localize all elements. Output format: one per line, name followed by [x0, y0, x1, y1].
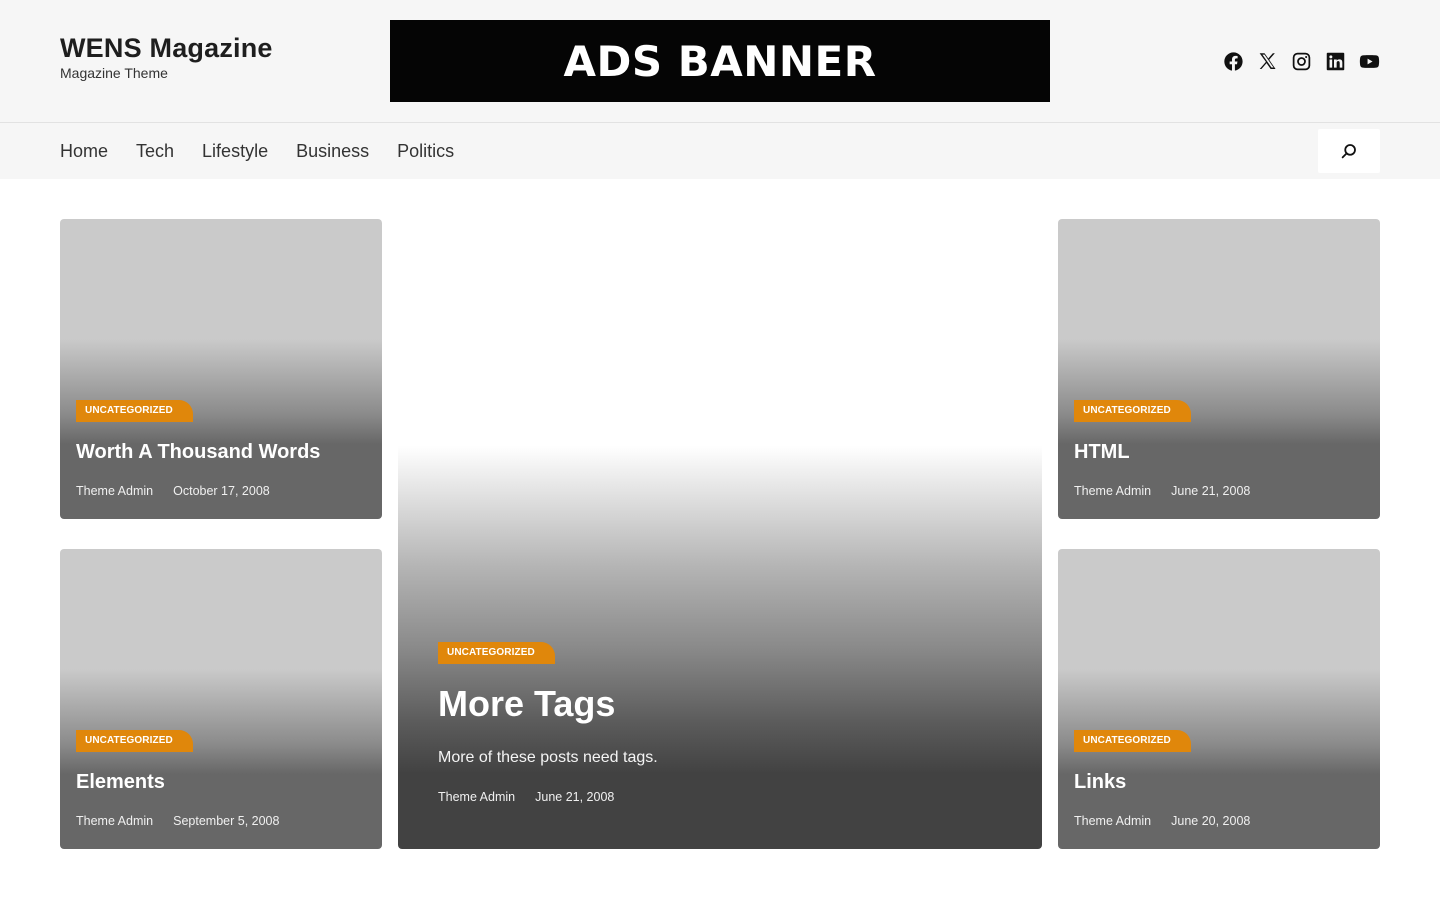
category-badge[interactable]: UNCATEGORIZED: [76, 730, 193, 752]
post-date[interactable]: June 21, 2008: [1171, 484, 1250, 498]
social-links: [1222, 48, 1380, 74]
post-card[interactable]: UNCATEGORIZED HTML Theme Admin June 21, …: [1058, 219, 1380, 519]
nav-menu: Home Tech Lifestyle Business Politics: [60, 123, 454, 179]
site-title[interactable]: WENS Magazine: [60, 32, 273, 64]
post-date[interactable]: September 5, 2008: [173, 814, 279, 828]
site-branding: WENS Magazine Magazine Theme: [60, 32, 273, 81]
post-title[interactable]: HTML: [1074, 441, 1130, 464]
nav-item-tech[interactable]: Tech: [136, 141, 174, 162]
post-meta: Theme Admin June 20, 2008: [1074, 814, 1250, 828]
post-card[interactable]: UNCATEGORIZED Elements Theme Admin Septe…: [60, 549, 382, 849]
post-card[interactable]: UNCATEGORIZED Worth A Thousand Words The…: [60, 219, 382, 519]
youtube-icon[interactable]: [1358, 48, 1380, 74]
post-author[interactable]: Theme Admin: [438, 790, 515, 804]
search-icon: [1341, 144, 1356, 159]
post-author[interactable]: Theme Admin: [76, 484, 153, 498]
category-badge[interactable]: UNCATEGORIZED: [438, 642, 555, 664]
post-title[interactable]: Elements: [76, 771, 165, 794]
post-meta: Theme Admin October 17, 2008: [76, 484, 270, 498]
nav-item-politics[interactable]: Politics: [397, 141, 454, 162]
featured-post-card[interactable]: UNCATEGORIZED More Tags More of these po…: [398, 219, 1042, 849]
post-title[interactable]: Links: [1074, 771, 1126, 794]
post-meta: Theme Admin September 5, 2008: [76, 814, 279, 828]
post-card[interactable]: UNCATEGORIZED Links Theme Admin June 20,…: [1058, 549, 1380, 849]
main-navigation: Home Tech Lifestyle Business Politics: [0, 122, 1440, 179]
post-title[interactable]: Worth A Thousand Words: [76, 441, 320, 464]
post-title[interactable]: More Tags: [438, 683, 615, 725]
search-button[interactable]: [1318, 129, 1380, 173]
post-excerpt: More of these posts need tags.: [438, 749, 658, 766]
post-date[interactable]: October 17, 2008: [173, 484, 270, 498]
nav-item-home[interactable]: Home: [60, 141, 108, 162]
post-author[interactable]: Theme Admin: [1074, 484, 1151, 498]
post-author[interactable]: Theme Admin: [76, 814, 153, 828]
post-meta: Theme Admin June 21, 2008: [1074, 484, 1250, 498]
post-date[interactable]: June 21, 2008: [535, 790, 614, 804]
category-badge[interactable]: UNCATEGORIZED: [76, 400, 193, 422]
post-author[interactable]: Theme Admin: [1074, 814, 1151, 828]
ads-banner-label: ADS BANNER: [563, 36, 877, 86]
nav-item-business[interactable]: Business: [296, 141, 369, 162]
post-date[interactable]: June 20, 2008: [1171, 814, 1250, 828]
post-meta: Theme Admin June 21, 2008: [438, 790, 614, 804]
facebook-icon[interactable]: [1222, 48, 1244, 74]
x-icon[interactable]: [1256, 48, 1278, 74]
category-badge[interactable]: UNCATEGORIZED: [1074, 730, 1191, 752]
ads-banner[interactable]: ADS BANNER: [390, 20, 1050, 102]
linkedin-icon[interactable]: [1324, 48, 1346, 74]
site-header: WENS Magazine Magazine Theme ADS BANNER: [0, 0, 1440, 122]
nav-item-lifestyle[interactable]: Lifestyle: [202, 141, 268, 162]
instagram-icon[interactable]: [1290, 48, 1312, 74]
site-tagline: Magazine Theme: [60, 65, 168, 81]
category-badge[interactable]: UNCATEGORIZED: [1074, 400, 1191, 422]
